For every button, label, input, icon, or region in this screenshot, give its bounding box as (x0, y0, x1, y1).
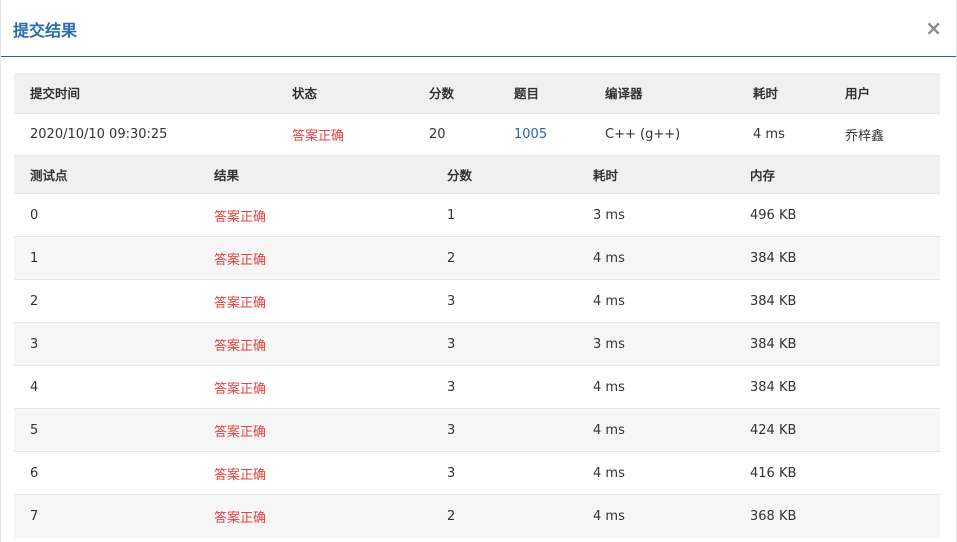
table-row: 4 答案正确 3 4 ms 384 KB (14, 365, 940, 409)
table-row: 1 答案正确 2 4 ms 384 KB (14, 236, 940, 280)
problem-link[interactable]: 1005 (498, 113, 589, 155)
table-row: 2 答案正确 3 4 ms 384 KB (14, 279, 940, 323)
testcase-time: 3 ms (593, 336, 625, 352)
testcase-result: 答案正确 (214, 510, 267, 526)
testcase-score: 3 (447, 336, 456, 352)
testcase-result: 答案正确 (214, 424, 267, 440)
testcase-id: 1 (30, 250, 39, 266)
col-header-memory: 内存 (750, 168, 776, 183)
testcase-id: 6 (30, 465, 39, 481)
testcase-memory: 368 KB (750, 508, 797, 524)
testcase-score: 3 (447, 379, 456, 395)
summary-header-row: 提交时间 状态 分数 题目 编译器 耗时 用户 (14, 73, 940, 113)
dialog-header: 提交结果 × (1, 0, 956, 57)
testcase-memory: 424 KB (750, 422, 797, 438)
testcase-memory: 384 KB (750, 336, 797, 352)
col-header-case-time: 耗时 (593, 168, 619, 183)
testcase-result: 答案正确 (214, 381, 267, 397)
compiler: C++ (g++) (605, 126, 681, 142)
testcase-time: 4 ms (593, 508, 625, 524)
testcase-result: 答案正确 (214, 209, 267, 225)
col-header-case-score: 分数 (447, 168, 473, 183)
table-row: 0 答案正确 1 3 ms 496 KB (14, 193, 940, 237)
testcase-result: 答案正确 (214, 295, 267, 311)
testcase-result: 答案正确 (214, 467, 267, 483)
col-header-score: 分数 (429, 86, 455, 102)
testcase-memory: 384 KB (750, 293, 797, 309)
col-header-result: 结果 (214, 168, 240, 183)
testcase-id: 5 (30, 422, 39, 438)
submission-elapsed: 4 ms (753, 126, 785, 142)
table-row: 5 答案正确 3 4 ms 424 KB (14, 408, 940, 452)
testcase-memory: 384 KB (750, 250, 797, 266)
submission-score: 20 (429, 126, 446, 142)
col-header-status: 状态 (292, 86, 318, 102)
testcase-time: 3 ms (593, 207, 625, 223)
testcase-time: 4 ms (593, 422, 625, 438)
testcase-time: 4 ms (593, 379, 625, 395)
submission-status: 答案正确 (292, 128, 345, 144)
testcase-id: 4 (30, 379, 39, 395)
col-header-elapsed: 耗时 (753, 86, 779, 102)
testcase-id: 2 (30, 293, 39, 309)
table-row: 6 答案正确 3 4 ms 416 KB (14, 451, 940, 495)
testcase-table: 测试点 结果 分数 耗时 内存 0 答案正确 1 3 ms 496 KB 1 答 (14, 155, 940, 538)
col-header-compiler: 编译器 (605, 86, 643, 102)
testcase-header-row: 测试点 结果 分数 耗时 内存 (14, 155, 940, 194)
table-row: 7 答案正确 2 4 ms 368 KB (14, 494, 940, 538)
table-row: 3 答案正确 3 3 ms 384 KB (14, 322, 940, 366)
testcase-id: 0 (30, 207, 39, 223)
testcase-memory: 384 KB (750, 379, 797, 395)
testcase-time: 4 ms (593, 465, 625, 481)
testcase-time: 4 ms (593, 293, 625, 309)
testcase-memory: 416 KB (750, 465, 797, 481)
testcase-score: 2 (447, 250, 456, 266)
dialog-title: 提交结果 (13, 21, 78, 40)
testcase-score: 3 (447, 422, 456, 438)
testcase-result: 答案正确 (214, 338, 267, 354)
testcase-time: 4 ms (593, 250, 625, 266)
dialog-body: 提交时间 状态 分数 题目 编译器 耗时 用户 2020/10/10 09:30… (14, 73, 940, 538)
submit-time: 2020/10/10 09:30:25 (30, 126, 168, 142)
testcase-memory: 496 KB (750, 207, 797, 223)
summary-row: 2020/10/10 09:30:25 答案正确 20 1005 C++ (g+… (14, 113, 940, 155)
testcase-score: 3 (447, 293, 456, 309)
testcase-score: 1 (447, 207, 456, 223)
testcase-id: 7 (30, 508, 39, 524)
testcase-id: 3 (30, 336, 39, 352)
testcase-score: 3 (447, 465, 456, 481)
col-header-problem: 题目 (514, 86, 540, 102)
testcase-score: 2 (447, 508, 456, 524)
col-header-testcase: 测试点 (30, 168, 68, 183)
submission-result-dialog: 提交结果 × 提交时间 状态 分数 题目 编译器 耗时 用户 2020/10/1… (0, 0, 957, 542)
testcase-result: 答案正确 (214, 252, 267, 268)
close-icon[interactable]: × (925, 14, 942, 42)
col-header-submit-time: 提交时间 (30, 86, 81, 102)
submission-user: 乔梓鑫 (845, 128, 885, 144)
submission-summary-table: 提交时间 状态 分数 题目 编译器 耗时 用户 2020/10/10 09:30… (14, 73, 940, 155)
col-header-user: 用户 (845, 86, 871, 102)
